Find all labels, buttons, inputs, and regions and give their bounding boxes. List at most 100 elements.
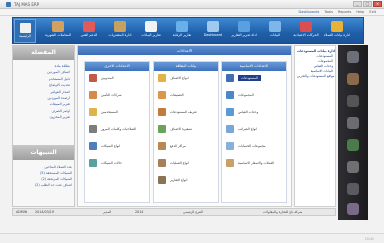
status-user: المدير bbox=[103, 210, 112, 214]
settings-item[interactable]: مجموعات الحسابات bbox=[222, 139, 286, 156]
alert-item[interactable]: اصناف تحت حد الطلب (2) bbox=[16, 182, 72, 188]
settings-title: الاعدادات bbox=[78, 46, 291, 55]
maximize-button[interactable]: □ bbox=[363, 1, 372, 7]
report-icon[interactable] bbox=[347, 117, 359, 129]
close-button[interactable]: × bbox=[373, 1, 382, 7]
settings-item[interactable]: تسعيرة الاصناف bbox=[154, 122, 218, 139]
toolbar-button-5[interactable]: Dashboard bbox=[198, 20, 228, 43]
toolbar-button-2[interactable]: الحركات الاعتيادية bbox=[291, 20, 321, 43]
settings-item-icon bbox=[158, 125, 166, 133]
window-title: TAJ MAS ERP bbox=[14, 2, 40, 7]
menu-item-reports[interactable]: Reports bbox=[338, 10, 351, 14]
user-icon[interactable] bbox=[347, 73, 359, 85]
favorites-panel: المفضلة بطاقة مادة اصناف الموردين دليل الم… bbox=[12, 45, 75, 207]
settings-item[interactable]: الصلاحيات وكلمات المرور bbox=[85, 122, 149, 139]
settings-panel: الاعدادات الاعدادات الاساسية المستودعات ال… bbox=[77, 45, 292, 207]
settings-item[interactable]: المستودعات bbox=[222, 71, 286, 88]
toolbar-icon-3 bbox=[269, 21, 281, 32]
menu-item-help[interactable]: Help bbox=[356, 10, 364, 14]
settings-item[interactable]: حالات الشيكات bbox=[85, 156, 149, 173]
settings-item-label: المندوبين bbox=[101, 76, 114, 80]
toolbar-label-4: اداة تحرير التقارير bbox=[231, 33, 257, 37]
main-toolbar: الرئيسية ادارة بيانات العملاء الحركات الا… bbox=[12, 17, 364, 44]
settings-item-icon bbox=[89, 74, 97, 82]
document-icon[interactable] bbox=[347, 95, 359, 107]
home-button[interactable]: الرئيسية bbox=[14, 19, 36, 43]
settings-item-label: المستخدمين bbox=[101, 110, 118, 114]
settings-icon[interactable] bbox=[347, 51, 359, 63]
settings-item-label: تسعيرة الاصناف bbox=[170, 127, 193, 131]
settings-item-label: العملات والاسعار الاساسية bbox=[238, 161, 275, 165]
toolbar-button-7[interactable]: تقارير البيانات bbox=[136, 20, 166, 43]
settings-item-icon bbox=[158, 159, 166, 167]
settings-item[interactable]: المجموعات bbox=[222, 88, 286, 105]
settings-item-label: انواع الشيكات bbox=[101, 144, 121, 148]
toolbar-button-10[interactable]: المعاملات الشهرية bbox=[43, 20, 73, 43]
settings-item[interactable]: انواع التقارير bbox=[154, 173, 218, 190]
settings-item-icon bbox=[89, 159, 97, 167]
settings-item[interactable]: شركات التأمين bbox=[85, 88, 149, 105]
toolbar-button-9[interactable]: الدعم الفني bbox=[74, 20, 104, 43]
lock-icon[interactable] bbox=[347, 183, 359, 195]
settings-item-icon bbox=[89, 91, 97, 99]
settings-item-label: مجموعات الحسابات bbox=[238, 144, 266, 148]
toolbar-button-1[interactable]: ادارة بيانات العملاء bbox=[322, 20, 352, 43]
settings-item-icon bbox=[226, 142, 234, 150]
settings-column-1: الاعدادات الاساسية المستودعات المجموعات وحد… bbox=[221, 61, 287, 203]
settings-item[interactable]: مراكز الدفع bbox=[154, 139, 218, 156]
settings-item[interactable]: انواع الضرائب bbox=[222, 122, 286, 139]
menu-item-dashboards[interactable]: Dashboards bbox=[299, 10, 320, 14]
toolbar-label-1: ادارة بيانات العملاء bbox=[323, 33, 351, 37]
tools-icon[interactable] bbox=[347, 161, 359, 173]
toolbar-label-9: الدعم الفني bbox=[80, 33, 98, 37]
status-user-code: ADMIN bbox=[16, 210, 28, 214]
favorite-item[interactable]: تقرير المخزون bbox=[17, 114, 70, 120]
status-date: 2014/03/19 bbox=[35, 210, 55, 214]
settings-item[interactable]: العملات والاسعار الاساسية bbox=[222, 156, 286, 173]
status-bar: ADMIN 2014/03/19 المدير 2014 الفرع الرئي… bbox=[12, 208, 336, 216]
settings-item-label: انواع التقارير bbox=[170, 178, 188, 182]
settings-item[interactable]: انواع العمليات bbox=[154, 156, 218, 173]
settings-item-icon bbox=[89, 125, 97, 133]
settings-item[interactable]: التصنيفات bbox=[154, 88, 218, 105]
logout-icon[interactable] bbox=[347, 203, 359, 215]
settings-item[interactable]: تعريف المستودعات bbox=[154, 105, 218, 122]
navigation-tree: ادارة بيانات المستودعات المستودعات المجموع… bbox=[294, 45, 336, 207]
settings-item-icon bbox=[158, 176, 166, 184]
settings-item-label: شركات التأمين bbox=[101, 93, 122, 97]
toolbar-icon-1 bbox=[331, 21, 343, 32]
toolbar-label-2: الحركات الاعتيادية bbox=[293, 33, 319, 37]
app-icon bbox=[6, 2, 11, 7]
settings-item-label: حالات الشيكات bbox=[101, 161, 122, 165]
minimize-button[interactable]: _ bbox=[353, 1, 362, 7]
toolbar-label-3: البيانات bbox=[269, 33, 281, 37]
menu-item-tools[interactable]: Tools bbox=[324, 10, 333, 14]
settings-item-icon bbox=[158, 74, 166, 82]
settings-item-icon bbox=[89, 142, 97, 150]
toolbar-button-3[interactable]: البيانات bbox=[260, 20, 290, 43]
settings-item[interactable]: المستخدمين bbox=[85, 105, 149, 122]
toolbar-button-4[interactable]: اداة تحرير التقارير bbox=[229, 20, 259, 43]
settings-item[interactable]: وحدات القياس bbox=[222, 105, 286, 122]
toolbar-icon-10 bbox=[52, 21, 64, 32]
settings-item[interactable]: انواع الاصناف bbox=[154, 71, 218, 88]
column-title: الاعدادات الاساسية bbox=[222, 62, 286, 71]
menu-bar: Dashboards Tools Reports Help Exit bbox=[0, 9, 384, 16]
settings-item-label: التصنيفات bbox=[170, 93, 184, 97]
settings-item[interactable]: المندوبين bbox=[85, 71, 149, 88]
settings-item-label: انواع العمليات bbox=[170, 161, 190, 165]
settings-item-icon bbox=[89, 108, 97, 116]
chart-icon[interactable] bbox=[347, 139, 359, 151]
toolbar-button-6[interactable]: تقارير الرقابة bbox=[167, 20, 197, 43]
menu-item-exit[interactable]: Exit bbox=[369, 10, 376, 14]
toolbar-label-5: Dashboard bbox=[203, 33, 223, 37]
toolbar-icon-8 bbox=[114, 21, 126, 32]
settings-item-icon bbox=[158, 108, 166, 116]
settings-item-label: الصلاحيات وكلمات المرور bbox=[101, 127, 137, 131]
settings-item[interactable]: انواع الشيكات bbox=[85, 139, 149, 156]
tree-item[interactable]: مواقع المستودعات والتخزين bbox=[297, 74, 334, 79]
toolbar-button-8[interactable]: ادارة المشتريات bbox=[105, 20, 135, 43]
settings-item-label: انواع الاصناف bbox=[170, 76, 189, 80]
settings-item-icon bbox=[226, 125, 234, 133]
status-year: 2014 bbox=[135, 210, 144, 214]
